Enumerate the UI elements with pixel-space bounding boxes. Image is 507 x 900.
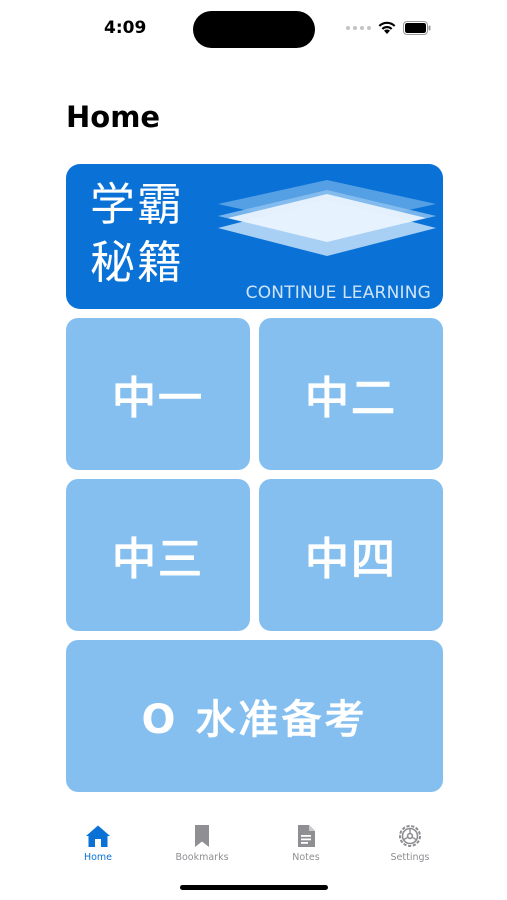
exam-prep-tile[interactable]: O 水准备考 [66, 640, 443, 792]
wifi-icon [377, 20, 397, 35]
tab-settings[interactable]: Settings [370, 818, 450, 863]
tab-label: Bookmarks [175, 852, 229, 863]
dynamic-island [193, 11, 315, 48]
bookmark-icon [195, 825, 209, 847]
banner-title-line2: 秘籍 [90, 236, 185, 289]
status-icons [346, 20, 431, 35]
banner-title: 学霸 秘籍 [90, 176, 184, 292]
continue-learning-banner[interactable]: 学霸 秘籍 CONTINUE LEARNING [66, 164, 443, 309]
document-icon [298, 825, 315, 847]
grade-tile-sec4[interactable]: 中四 [259, 479, 443, 631]
exam-prep-label: O 水准备考 [141, 697, 368, 743]
status-bar: 4:09 [0, 0, 507, 60]
tab-label: Settings [390, 852, 430, 863]
grade-tile-sec2[interactable]: 中二 [259, 318, 443, 470]
gear-icon [399, 825, 421, 847]
tab-notes[interactable]: Notes [266, 818, 346, 863]
grade-tile-label: 中二 [305, 373, 397, 424]
grade-tile-label: 中一 [112, 373, 204, 424]
grade-tile-sec1[interactable]: 中一 [66, 318, 250, 470]
page-title: Home [66, 100, 161, 134]
status-time: 4:09 [104, 18, 147, 38]
battery-icon [403, 20, 431, 35]
tab-bookmarks[interactable]: Bookmarks [162, 818, 242, 863]
grade-tile-label: 中三 [112, 534, 204, 585]
home-indicator [180, 885, 328, 890]
layers-icon [214, 174, 440, 278]
tab-label: Notes [292, 852, 320, 863]
grade-tile-label: 中四 [305, 534, 397, 585]
tab-home[interactable]: Home [58, 818, 138, 863]
home-icon [86, 825, 110, 847]
banner-title-line1: 学霸 [90, 178, 185, 231]
tab-label: Home [83, 852, 113, 863]
tab-bar: Home Bookmarks Notes Settings [0, 818, 507, 870]
cellular-signal-icon [346, 25, 371, 30]
grade-tile-sec3[interactable]: 中三 [66, 479, 250, 631]
continue-learning-label: CONTINUE LEARNING [245, 283, 431, 303]
